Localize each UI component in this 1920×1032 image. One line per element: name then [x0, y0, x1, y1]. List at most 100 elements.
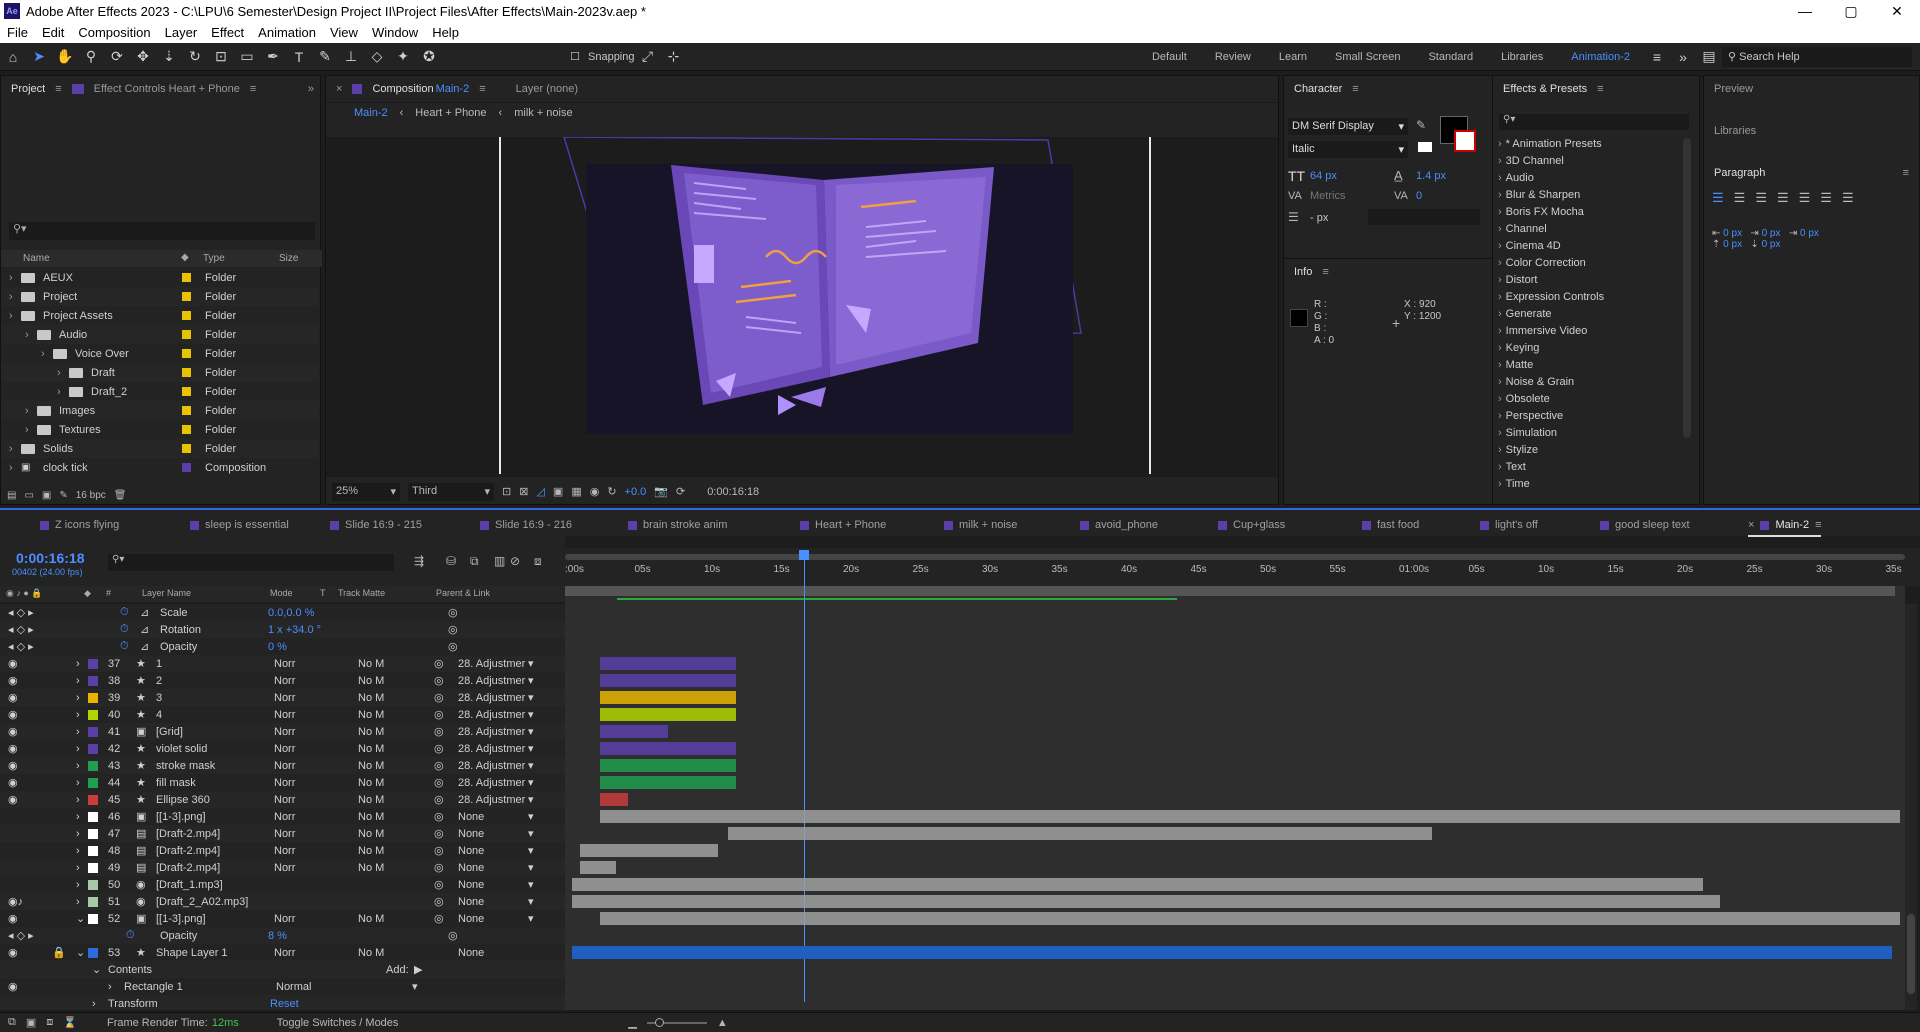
timeline-tab[interactable]: Z icons flying	[40, 519, 119, 531]
motion-blur-icon[interactable]: ⊘	[510, 554, 520, 568]
parent-pickwhip-icon[interactable]: ◎	[434, 844, 444, 857]
parent-pickwhip-icon[interactable]: ◎	[434, 810, 444, 823]
show-snapshot-icon[interactable]: ⟳	[676, 485, 685, 498]
indent-first-value[interactable]: 0 px	[1762, 228, 1781, 239]
label-color[interactable]	[182, 387, 191, 396]
col-mode[interactable]: Mode	[270, 588, 293, 598]
layer-parent[interactable]: None	[458, 896, 484, 908]
col-layer-name[interactable]: Layer Name	[142, 588, 191, 598]
expand-arrow-icon[interactable]: ⌄	[76, 946, 85, 959]
project-item[interactable]: › Images Folder	[1, 401, 319, 420]
layer-name[interactable]: 1	[156, 658, 162, 670]
layer-row[interactable]: ◉ › 39 ★ 3 Norr No M ◎ 28. Adjustmer ▾	[0, 689, 565, 706]
timeline-tab[interactable]: avoid_phone	[1080, 519, 1158, 531]
panel-menu-icon[interactable]: ≡	[1322, 266, 1328, 278]
parent-pickwhip-icon[interactable]: ◎	[434, 861, 444, 874]
preview-title[interactable]: Preview	[1714, 83, 1753, 95]
breadcrumb-heart-phone[interactable]: Heart + Phone	[415, 107, 486, 119]
menu-view[interactable]: View	[323, 25, 365, 40]
minimize-icon[interactable]: —	[1782, 3, 1828, 20]
align-right-icon[interactable]: ☰	[1755, 190, 1767, 206]
effect-category[interactable]: › 3D Channel	[1498, 155, 1564, 167]
zoom-tool-icon[interactable]: ⚲	[80, 46, 102, 68]
label-color[interactable]	[88, 896, 98, 907]
transparency-grid-icon[interactable]: ⊠	[519, 485, 528, 498]
dropdown-arrow-icon[interactable]: ▾	[528, 895, 534, 908]
layer-row[interactable]: ◉ › 43 ★ stroke mask Norr No M ◎ 28. Adj…	[0, 757, 565, 774]
effect-category[interactable]: › Time	[1498, 478, 1530, 490]
effect-category[interactable]: › Simulation	[1498, 427, 1557, 439]
project-item[interactable]: › ▣ clock tick Composition	[1, 458, 319, 477]
parent-pickwhip-icon[interactable]: ◎	[434, 691, 444, 704]
parent-pickwhip-icon[interactable]: ◎	[434, 827, 444, 840]
layer-duration-bar[interactable]	[580, 844, 718, 857]
parent-pickwhip-icon[interactable]: ◎	[434, 793, 444, 806]
parent-pickwhip-icon[interactable]: ◎	[434, 657, 444, 670]
label-color[interactable]	[88, 709, 98, 720]
expand-arrow-icon[interactable]: ›	[9, 291, 21, 303]
parent-pickwhip-icon[interactable]: ◎	[434, 776, 444, 789]
keyframe-nav-icon[interactable]: ◂ ◇ ▸	[8, 929, 34, 942]
parent-pickwhip-icon[interactable]: ◎	[434, 725, 444, 738]
expand-arrow-icon[interactable]: ›	[92, 998, 96, 1010]
effect-category[interactable]: › Channel	[1498, 223, 1547, 235]
justify-all-icon[interactable]: ☰	[1842, 190, 1854, 206]
layer-duration-bar[interactable]	[580, 861, 616, 874]
align-center-icon[interactable]: ☰	[1734, 190, 1746, 206]
effect-category[interactable]: › Distort	[1498, 274, 1537, 286]
layer-name[interactable]: [Grid]	[156, 726, 183, 738]
project-item[interactable]: › Project Assets Folder	[1, 306, 319, 325]
project-search-input[interactable]: ⚲▾	[9, 222, 315, 240]
render-time-icon[interactable]: ⌛	[63, 1016, 77, 1029]
libraries-title[interactable]: Libraries	[1714, 125, 1756, 137]
layer-parent[interactable]: 28. Adjustmer	[458, 777, 525, 789]
layer-track-matte[interactable]: No M	[358, 743, 384, 755]
layer-name[interactable]: violet solid	[156, 743, 207, 755]
expand-arrow-icon[interactable]: ›	[76, 828, 80, 840]
col-type[interactable]: Type	[203, 253, 225, 264]
font-style-select[interactable]: Italic ▾	[1288, 141, 1408, 158]
trash-icon[interactable]: 🗑	[114, 490, 127, 501]
expand-arrow-icon[interactable]: ⌄	[76, 912, 85, 925]
stopwatch-icon[interactable]: ⏱	[120, 623, 129, 636]
keyframe-nav-icon[interactable]: ◂ ◇ ▸	[8, 606, 34, 619]
toggle-switches-modes[interactable]: Toggle Switches / Modes	[277, 1017, 399, 1029]
expand-arrow-icon[interactable]: ›	[76, 896, 80, 908]
layer-track-matte[interactable]: No M	[358, 794, 384, 806]
effect-category[interactable]: › Noise & Grain	[1498, 376, 1574, 388]
close-icon[interactable]: ✕	[1874, 3, 1920, 20]
dropdown-arrow-icon[interactable]: ▾	[528, 759, 534, 772]
label-color[interactable]	[182, 425, 191, 434]
layer-parent[interactable]: 28. Adjustmer	[458, 658, 525, 670]
panel-expand-icon[interactable]: »	[308, 83, 314, 95]
pen-tool-icon[interactable]: ✒	[262, 46, 284, 68]
layer-parent[interactable]: 28. Adjustmer	[458, 709, 525, 721]
menu-animation[interactable]: Animation	[251, 25, 323, 40]
eraser-tool-icon[interactable]: ◇	[366, 46, 388, 68]
playhead[interactable]	[804, 554, 805, 1002]
region-of-interest-icon[interactable]: ⊡	[502, 485, 511, 498]
workspace-learn[interactable]: Learn	[1265, 51, 1321, 63]
layer-track-matte[interactable]: No M	[358, 726, 384, 738]
effect-category[interactable]: › * Animation Presets	[1498, 138, 1602, 150]
orbit-tool-icon[interactable]: ⟳	[106, 46, 128, 68]
parent-pickwhip-icon[interactable]: ◎	[434, 878, 444, 891]
layer-parent[interactable]: None	[458, 811, 484, 823]
label-color[interactable]	[88, 760, 98, 771]
composition-tab-label[interactable]: Composition	[372, 83, 433, 95]
layer-duration-bar[interactable]	[600, 708, 736, 721]
draft-3d-icon[interactable]: ⛁	[446, 554, 456, 568]
color-management-icon[interactable]: ◉	[590, 485, 600, 498]
layer-track-matte[interactable]: No M	[358, 913, 384, 925]
expand-arrow-icon[interactable]: ›	[76, 845, 80, 857]
menu-file[interactable]: File	[0, 25, 35, 40]
comp-viewer[interactable]	[326, 137, 1278, 477]
layer-duration-bar[interactable]	[600, 657, 736, 670]
stroke-color-swatch[interactable]	[1454, 130, 1476, 152]
panel-menu-icon[interactable]: ≡	[1903, 167, 1909, 179]
layer-mode[interactable]: Norr	[274, 709, 295, 721]
stroke-type-select[interactable]	[1368, 209, 1480, 225]
effect-category[interactable]: › Matte	[1498, 359, 1533, 371]
layer-row[interactable]: ◉ › 44 ★ fill mask Norr No M ◎ 28. Adjus…	[0, 774, 565, 791]
timeline-search-input[interactable]: ⚲▾	[108, 554, 394, 571]
